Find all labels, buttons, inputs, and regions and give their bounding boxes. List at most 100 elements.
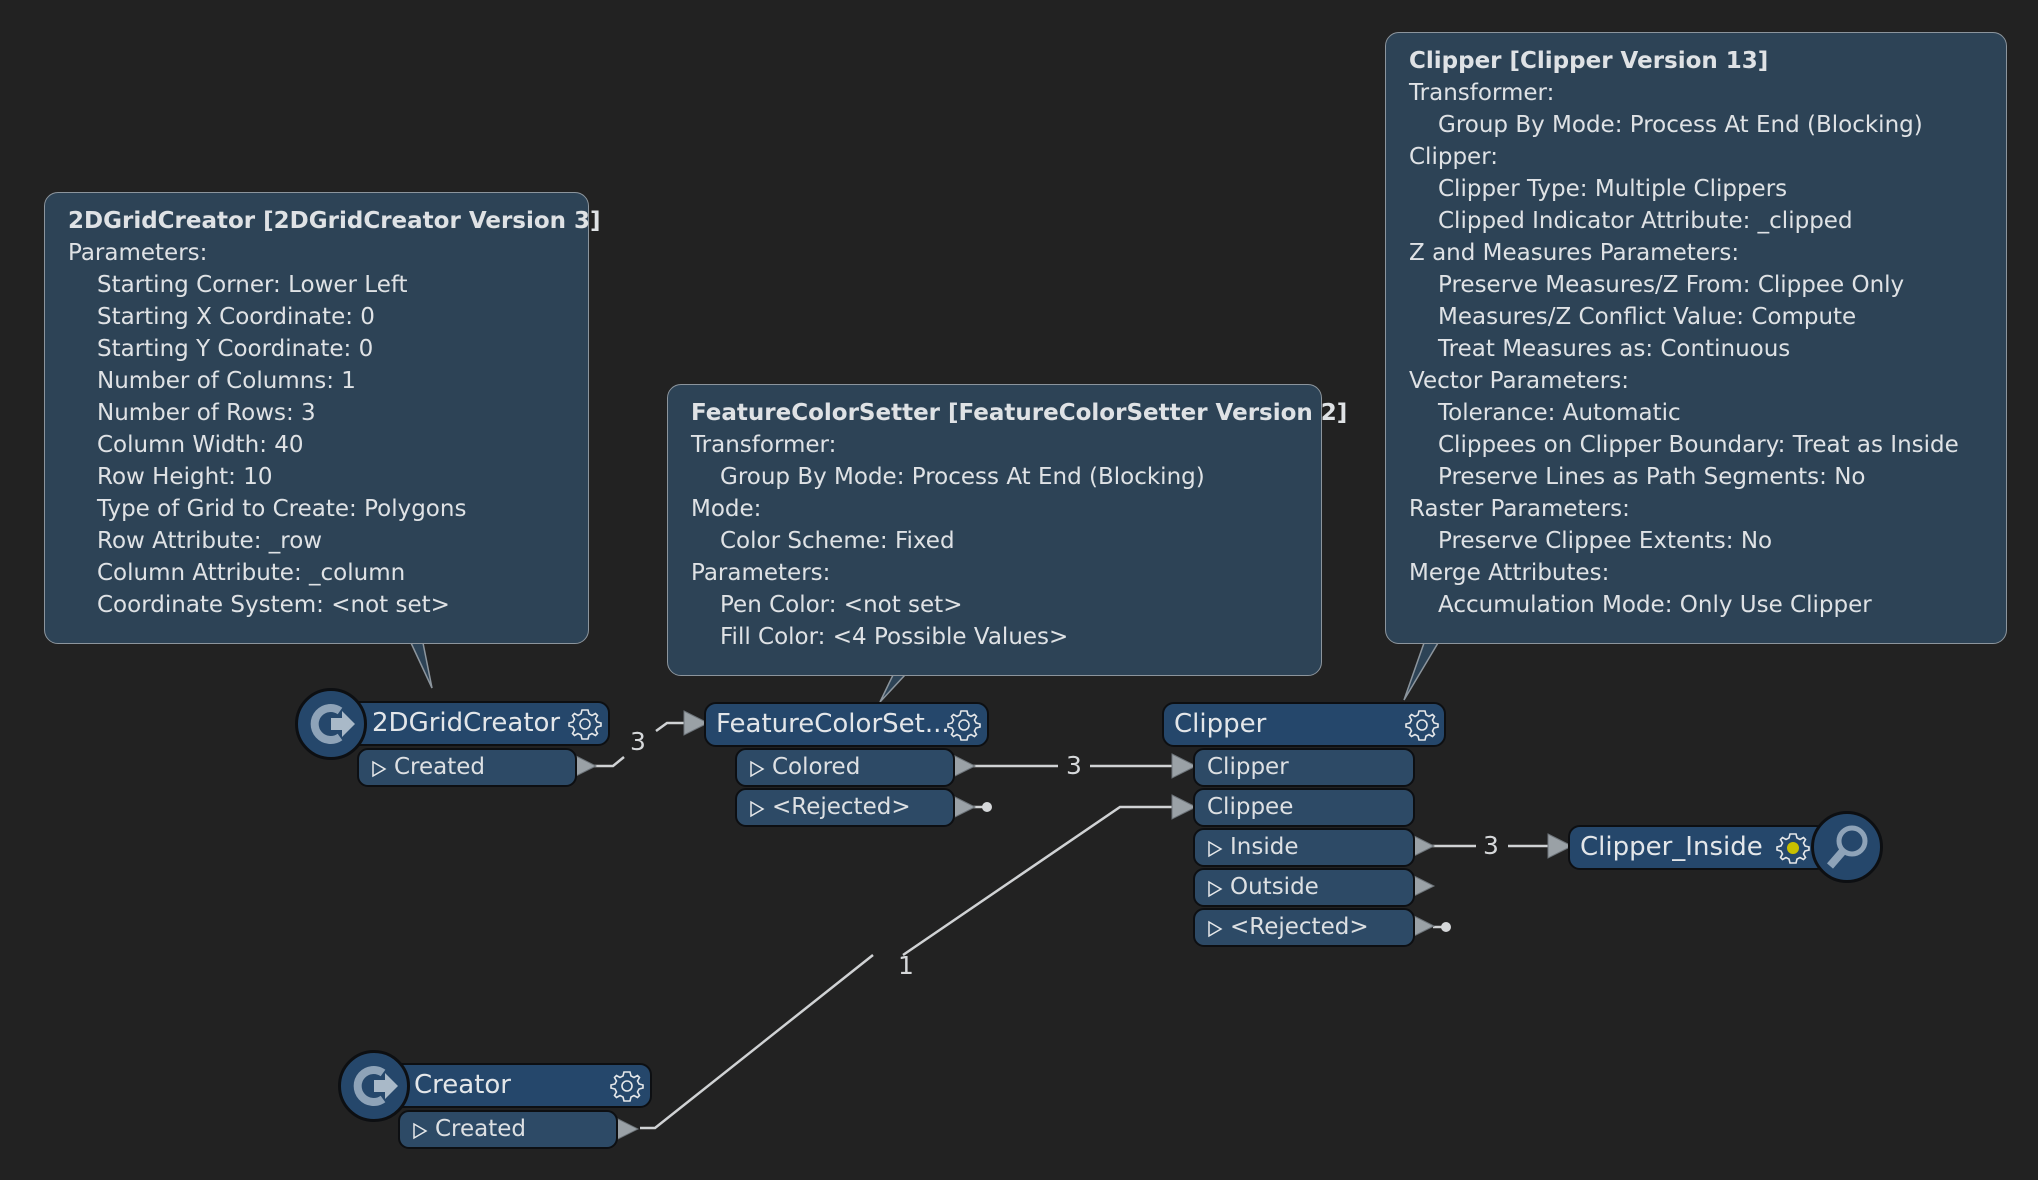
tooltip-parameter: Clipper Type: Multiple Clippers <box>1438 176 1788 202</box>
tooltip-parameter: Group By Mode: Process At End (Blocking) <box>720 464 1205 490</box>
tooltip-parameter: Starting Y Coordinate: 0 <box>97 336 374 362</box>
tooltip-tail-grid <box>409 642 433 689</box>
tooltip-parameter: Fill Color: <4 Possible Values> <box>720 624 1069 650</box>
node-header[interactable]: 2DGridCreator <box>340 701 610 746</box>
tooltip-section-heading: Parameters: <box>68 240 208 266</box>
expand-triangle-icon[interactable] <box>749 800 765 818</box>
feature-count-label[interactable]: 3 <box>1483 833 1499 859</box>
tooltip-title: FeatureColorSetter [FeatureColorSetter V… <box>691 400 1348 426</box>
tooltip-parameter: Pen Color: <not set> <box>720 592 963 618</box>
tooltip-section-heading: Raster Parameters: <box>1409 496 1630 522</box>
tooltip-2dgridcreator: 2DGridCreator [2DGridCreator Version 3] … <box>44 192 601 644</box>
rejected-dot-clipper <box>1441 922 1451 932</box>
node-name: Clipper_Inside <box>1580 832 1763 862</box>
output-port-inside[interactable]: Inside <box>1193 828 1415 867</box>
tooltip-title: 2DGridCreator [2DGridCreator Version 3] <box>68 208 601 234</box>
output-port-colored[interactable]: Colored <box>735 748 955 787</box>
tooltip-parameter: Treat Measures as: Continuous <box>1438 336 1791 362</box>
tooltip-parameter: Row Attribute: _row <box>97 528 323 554</box>
port-label: Clipper <box>1207 754 1289 780</box>
port-label: Clippee <box>1207 794 1294 820</box>
tooltip-parameter: Clippees on Clipper Boundary: Treat as I… <box>1438 432 1959 458</box>
port-label: Created <box>435 1116 527 1142</box>
workspace-canvas[interactable]: 3 3 3 1 2DGridCreator [2DGridCreator Ver… <box>0 0 2038 1180</box>
tooltip-section-heading: Parameters: <box>691 560 831 586</box>
port-label: Outside <box>1230 874 1319 900</box>
port-label: <Rejected> <box>772 794 911 820</box>
tooltip-section-heading: Merge Attributes: <box>1409 560 1610 586</box>
tooltip-tail-clipper <box>1403 642 1440 701</box>
tooltip-parameter: Column Attribute: _column <box>97 560 406 586</box>
rejected-dot-fcs <box>982 802 992 812</box>
tooltip-parameter: Row Height: 10 <box>97 464 273 490</box>
tooltip-parameter: Starting X Coordinate: 0 <box>97 304 375 330</box>
expand-triangle-icon[interactable] <box>1207 880 1223 898</box>
tooltip-section-heading: Transformer: <box>691 432 837 458</box>
inspector-magnifier-icon[interactable] <box>1811 811 1883 883</box>
expand-triangle-icon[interactable] <box>1207 920 1223 938</box>
tooltip-parameter: Coordinate System: <not set> <box>97 592 450 618</box>
tooltip-parameter: Measures/Z Conflict Value: Compute <box>1438 304 1857 330</box>
tooltip-title: Clipper [Clipper Version 13] <box>1409 48 1769 74</box>
node-name: FeatureColorSet... <box>716 709 950 739</box>
tooltip-section-heading: Transformer: <box>1409 80 1555 106</box>
tooltip-tail-fcs <box>879 674 907 703</box>
tooltip-section-heading: Mode: <box>691 496 762 522</box>
tooltip-parameter: Tolerance: Automatic <box>1438 400 1681 426</box>
tooltip-clipper: Clipper [Clipper Version 13] Transformer… <box>1385 32 2007 644</box>
expand-triangle-icon[interactable] <box>749 760 765 778</box>
port-label: Created <box>394 754 486 780</box>
gear-icon[interactable] <box>946 707 982 743</box>
node-name: Creator <box>414 1070 511 1100</box>
expand-triangle-icon[interactable] <box>1207 840 1223 858</box>
tooltip-parameter: Starting Corner: Lower Left <box>97 272 408 298</box>
output-port-created[interactable]: Created <box>398 1110 618 1149</box>
gear-icon[interactable] <box>1404 707 1440 743</box>
port-label: Inside <box>1230 834 1299 860</box>
tooltip-section-heading: Clipper: <box>1409 144 1498 170</box>
tooltip-parameter: Number of Rows: 3 <box>97 400 316 426</box>
output-port-rejected[interactable]: <Rejected> <box>735 788 955 827</box>
node-header[interactable]: Clipper <box>1162 702 1446 747</box>
connection-grid-to-fcs-b <box>655 721 684 733</box>
tooltip-section-heading: Z and Measures Parameters: <box>1409 240 1740 266</box>
tooltip-featurecolorsetter: FeatureColorSetter [FeatureColorSetter V… <box>667 384 1348 676</box>
tooltip-section-heading: Vector Parameters: <box>1409 368 1629 394</box>
node-name: 2DGridCreator <box>372 708 561 738</box>
tooltip-parameter: Preserve Lines as Path Segments: No <box>1438 464 1866 490</box>
node-header[interactable]: Clipper_Inside <box>1568 825 1828 870</box>
expand-triangle-icon[interactable] <box>371 760 387 778</box>
feature-count-label[interactable]: 1 <box>898 953 914 979</box>
output-port-created[interactable]: Created <box>357 748 577 787</box>
connection-grid-to-fcs <box>592 756 625 768</box>
output-port-outside[interactable]: Outside <box>1193 868 1415 907</box>
expand-triangle-icon[interactable] <box>412 1122 428 1140</box>
tooltip-parameter: Type of Grid to Create: Polygons <box>97 496 467 522</box>
input-port-clippee[interactable]: Clippee <box>1193 788 1415 827</box>
node-header[interactable]: Creator <box>382 1063 652 1108</box>
status-dot <box>1787 842 1799 854</box>
feature-count-label[interactable]: 3 <box>630 729 646 755</box>
tooltip-parameter: Column Width: 40 <box>97 432 304 458</box>
port-label: <Rejected> <box>1230 914 1369 940</box>
creator-icon[interactable] <box>295 688 367 760</box>
node-header[interactable]: FeatureColorSet... <box>704 702 989 747</box>
tooltip-parameter: Preserve Measures/Z From: Clippee Only <box>1438 272 1905 298</box>
tooltip-parameter: Preserve Clippee Extents: No <box>1438 528 1773 554</box>
connection-creator-to-clippee-b <box>902 805 1177 957</box>
tooltip-parameter: Group By Mode: Process At End (Blocking) <box>1438 112 1923 138</box>
feature-count-label[interactable]: 3 <box>1066 753 1082 779</box>
gear-icon[interactable] <box>567 706 603 742</box>
tooltip-parameter: Color Scheme: Fixed <box>720 528 955 554</box>
tooltip-parameter: Accumulation Mode: Only Use Clipper <box>1438 592 1872 618</box>
gear-icon[interactable] <box>609 1068 645 1104</box>
port-label: Colored <box>772 754 861 780</box>
creator-icon[interactable] <box>338 1050 410 1122</box>
output-port-rejected[interactable]: <Rejected> <box>1193 908 1415 947</box>
connection-creator-to-clippee <box>640 954 874 1130</box>
node-name: Clipper <box>1174 709 1267 739</box>
gear-icon[interactable] <box>1775 830 1811 866</box>
tooltip-parameter: Number of Columns: 1 <box>97 368 356 394</box>
input-port-clipper[interactable]: Clipper <box>1193 748 1415 787</box>
tooltip-parameter: Clipped Indicator Attribute: _clipped <box>1438 208 1853 234</box>
